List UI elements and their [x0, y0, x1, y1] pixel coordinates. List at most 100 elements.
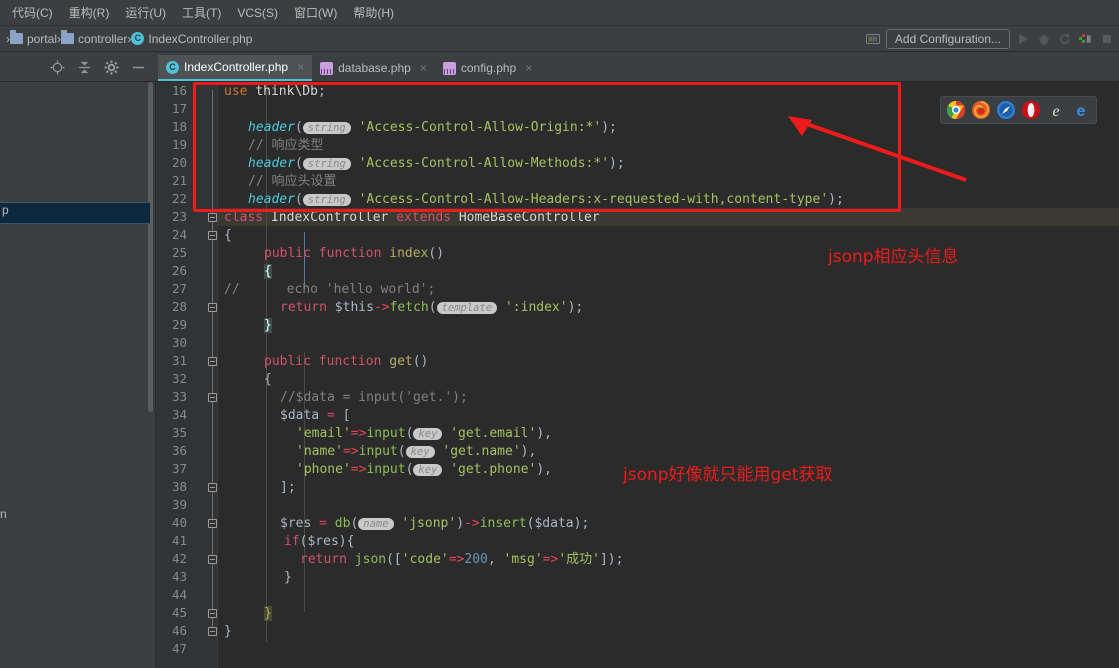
line-number: 35 — [171, 425, 187, 440]
line-number: 24 — [171, 227, 187, 242]
line-number: 20 — [171, 155, 187, 170]
hide-panel-icon[interactable] — [131, 60, 146, 75]
menu-vcs[interactable]: VCS(S) — [229, 3, 286, 23]
project-selected-item[interactable]: p — [0, 202, 150, 224]
svg-text:e: e — [1052, 103, 1059, 120]
fold-handle[interactable] — [208, 357, 217, 366]
code-editor[interactable]: 16 17 18 19 20 21 22 23 24 25 26 27 28 2… — [156, 82, 1119, 668]
line-number: 26 — [171, 263, 187, 278]
ide-window: 代码(C) 重构(R) 运行(U) 工具(T) VCS(S) 窗口(W) 帮助(… — [0, 0, 1119, 668]
project-panel-scrollbar[interactable] — [148, 82, 153, 412]
fold-handle[interactable] — [208, 555, 217, 564]
breadcrumb-item-portal[interactable]: portal — [10, 30, 57, 46]
tab-close-icon[interactable]: × — [420, 61, 427, 75]
annotation-jsonp-get: jsonp好像就只能用get获取 — [623, 465, 833, 485]
edge-icon[interactable]: e — [1071, 100, 1091, 120]
breadcrumb-label-controller: controller — [78, 31, 128, 46]
line-number: 39 — [171, 497, 187, 512]
php-class-icon: C — [166, 60, 179, 74]
line-number: 16 — [171, 83, 187, 98]
php-class-icon: C — [131, 32, 145, 45]
tab-config[interactable]: config.php × — [435, 55, 540, 81]
menu-code[interactable]: 代码(C) — [4, 1, 61, 24]
line-number: 42 — [171, 551, 187, 566]
menu-tools[interactable]: 工具(T) — [174, 1, 229, 24]
line-number: 47 — [171, 641, 187, 656]
line-number: 22 — [171, 191, 187, 206]
line-number: 38 — [171, 479, 187, 494]
line-number: 43 — [171, 569, 187, 584]
line-number: 17 — [171, 101, 187, 116]
line-number: 28 — [171, 299, 187, 314]
opera-icon[interactable] — [1021, 100, 1041, 120]
line-number: 40 — [171, 515, 187, 530]
code-content[interactable]: use think\Db; header(string 'Access-Cont… — [218, 82, 1119, 668]
line-number: 32 — [171, 371, 187, 386]
line-number: 34 — [171, 407, 187, 422]
tab-indexcontroller[interactable]: C IndexController.php × — [158, 55, 313, 81]
svg-text:e: e — [1077, 103, 1086, 120]
fold-handle[interactable] — [208, 213, 217, 222]
line-number: 25 — [171, 245, 187, 260]
coverage-icon[interactable] — [1078, 31, 1094, 47]
line-number: 45 — [171, 605, 187, 620]
project-panel[interactable]: p n — [0, 82, 156, 668]
php-config-icon — [442, 61, 456, 75]
add-configuration-button[interactable]: Add Configuration... — [885, 29, 1010, 49]
line-number: 27 — [171, 281, 187, 296]
line-number: 33 — [171, 389, 187, 404]
fold-handle[interactable] — [208, 393, 217, 402]
menu-run[interactable]: 运行(U) — [117, 1, 174, 24]
settings-gear-icon[interactable] — [104, 60, 119, 75]
tab-close-icon[interactable]: × — [525, 61, 532, 75]
collapse-icon[interactable] — [77, 60, 92, 75]
fold-handle[interactable] — [208, 609, 217, 618]
locate-icon[interactable] — [50, 60, 65, 75]
line-number: 23 — [171, 209, 187, 224]
breadcrumb-label-file: IndexController.php — [148, 31, 253, 46]
project-selected-label: p — [2, 203, 9, 217]
main-body: p n 16 17 18 19 20 21 22 23 24 25 26 27 … — [0, 82, 1119, 668]
line-number: 37 — [171, 461, 187, 476]
line-number: 19 — [171, 137, 187, 152]
fold-handle[interactable] — [208, 627, 217, 636]
menu-window[interactable]: 窗口(W) — [286, 1, 345, 24]
line-number: 31 — [171, 353, 187, 368]
breadcrumb-item-file[interactable]: C IndexController.php — [131, 32, 252, 46]
tab-close-icon[interactable]: × — [297, 60, 304, 74]
menu-help[interactable]: 帮助(H) — [345, 1, 402, 24]
editor-tabs-bar: C IndexController.php × database.php × c… — [0, 52, 1119, 82]
stop-icon[interactable] — [1099, 31, 1115, 47]
safari-icon[interactable] — [996, 100, 1016, 120]
editor-tool-icons — [0, 60, 158, 81]
tab-label: database.php — [338, 61, 411, 75]
menu-bar: 代码(C) 重构(R) 运行(U) 工具(T) VCS(S) 窗口(W) 帮助(… — [0, 0, 1119, 26]
navigation-bar: › portal › controller › C IndexControlle… — [0, 26, 1119, 52]
line-number: 36 — [171, 443, 187, 458]
screen-icon[interactable] — [865, 31, 881, 47]
debug-icon[interactable] — [1036, 31, 1052, 47]
line-number: 21 — [171, 173, 187, 188]
fold-handle[interactable] — [208, 483, 217, 492]
project-item-label: n — [0, 507, 7, 521]
fold-handle[interactable] — [208, 519, 217, 528]
fold-handle[interactable] — [208, 303, 217, 312]
line-number: 29 — [171, 317, 187, 332]
line-number: 41 — [171, 533, 187, 548]
line-number: 30 — [171, 335, 187, 350]
line-number: 18 — [171, 119, 187, 134]
tab-label: config.php — [460, 61, 517, 75]
project-item[interactable]: n — [0, 507, 14, 521]
rerun-icon[interactable] — [1057, 31, 1073, 47]
fold-handle[interactable] — [208, 231, 217, 240]
folder-icon — [10, 30, 23, 44]
breadcrumb-item-controller[interactable]: controller — [61, 30, 128, 46]
run-icon[interactable] — [1015, 31, 1031, 47]
run-toolbar: Add Configuration... — [865, 26, 1119, 52]
internet-explorer-icon[interactable]: e — [1046, 100, 1066, 120]
folder-icon — [61, 30, 75, 44]
editor-gutter[interactable]: 16 17 18 19 20 21 22 23 24 25 26 27 28 2… — [156, 82, 218, 668]
annotation-arrow — [788, 116, 967, 182]
tab-database[interactable]: database.php × — [312, 55, 435, 81]
menu-refactor[interactable]: 重构(R) — [61, 1, 118, 24]
